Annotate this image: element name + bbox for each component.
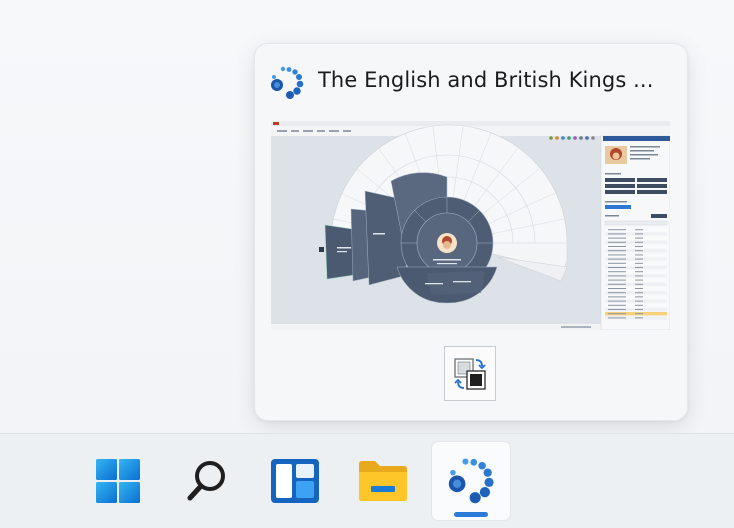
window-thumbnail[interactable] [271,121,670,330]
window-title: The English and British Kings ... [318,68,654,92]
fan-chart-thumbnail-image [271,121,670,330]
folder-icon [359,461,407,501]
windows-logo-icon [96,459,140,503]
search-button[interactable] [168,442,246,520]
swap-windows-button[interactable] [444,346,496,401]
search-icon [187,461,225,501]
family-tree-bubbles-icon [448,458,494,504]
active-app-indicator [454,512,488,517]
family-tree-app-button[interactable] [432,442,510,520]
widgets-button[interactable] [256,442,334,520]
widgets-icon [271,459,319,503]
start-button[interactable] [79,442,157,520]
window-preview-popup[interactable]: The English and British Kings ... [254,43,688,421]
taskbar [0,433,734,528]
file-explorer-button[interactable] [344,442,422,520]
swap-windows-icon [454,357,486,390]
family-tree-bubbles-icon [271,66,304,99]
